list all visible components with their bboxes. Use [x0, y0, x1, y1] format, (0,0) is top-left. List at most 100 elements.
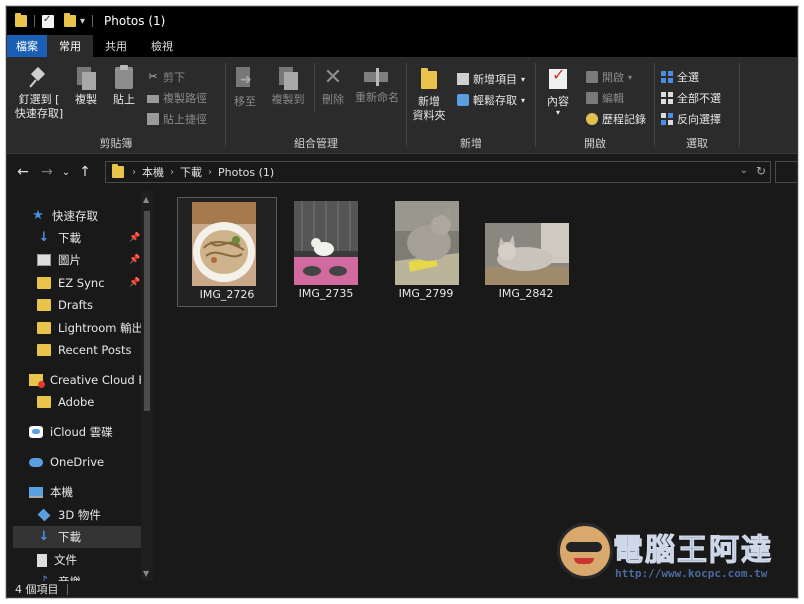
chevron-down-icon: ▾	[555, 108, 560, 117]
history-button[interactable]: 歷程記錄	[586, 111, 646, 127]
file-tile[interactable]: IMG_2799	[377, 197, 475, 305]
sidebar-item-label: OneDrive	[50, 455, 105, 469]
folder-icon	[112, 164, 124, 178]
select-none-label: 全部不選	[677, 92, 721, 105]
move-to-label: 移至	[234, 95, 256, 108]
folder-icon	[37, 344, 51, 356]
paste-button[interactable]: 貼上	[107, 65, 141, 107]
open-button[interactable]: 開啟 ▾	[586, 69, 632, 85]
properties-button[interactable]: 內容 ▾	[542, 67, 574, 117]
organize-group: 移至 複製到 ✕ 刪除 重新命名 組合管理	[226, 57, 406, 153]
new-folder-icon[interactable]	[64, 13, 76, 27]
pin-icon	[29, 67, 49, 89]
path-icon	[147, 95, 159, 103]
pin-quick-access-button[interactable]: 釘選到 [ 快速存取]	[11, 67, 67, 121]
back-arrow-icon[interactable]: ←	[11, 164, 35, 180]
sidebar-item-3d-objects[interactable]: 3D 物件	[37, 504, 101, 526]
document-icon	[37, 553, 47, 567]
download-arrow-icon: ↓	[38, 529, 50, 544]
sidebar-item-documents[interactable]: 文件	[37, 549, 77, 571]
sidebar-item-label: EZ Sync	[58, 276, 105, 290]
easy-access-icon	[457, 94, 469, 106]
refresh-icon[interactable]: ↻	[756, 164, 766, 178]
copy-path-button[interactable]: 複製路徑	[147, 90, 207, 106]
history-label: 歷程記錄	[602, 113, 646, 126]
sidebar-item-label: Adobe	[58, 395, 95, 409]
photo-thumbnail-cat-lying	[485, 223, 569, 285]
file-tile[interactable]: IMG_2735	[277, 197, 375, 305]
up-arrow-icon[interactable]: ↑	[73, 164, 97, 180]
new-folder-icon	[419, 67, 439, 91]
sidebar-item-creative-cloud[interactable]: Creative Cloud Fi	[29, 369, 147, 391]
copy-button[interactable]: 複製	[69, 67, 103, 107]
file-name: IMG_2735	[298, 287, 354, 300]
tab-view[interactable]: 檢視	[139, 35, 185, 57]
new-folder-button[interactable]: 新增 資料夾	[411, 67, 447, 123]
search-input[interactable]	[775, 161, 797, 183]
sidebar-item-music[interactable]: ♪ 音樂	[37, 571, 81, 581]
sidebar-item-recent-posts[interactable]: Recent Posts	[37, 339, 131, 361]
onedrive-cloud-icon	[29, 457, 43, 467]
folder-icon	[37, 322, 51, 334]
sidebar-item-label: 快速存取	[52, 209, 98, 223]
divider	[314, 63, 315, 113]
invert-selection-button[interactable]: 反向選擇	[661, 111, 721, 127]
select-none-button[interactable]: 全部不選	[661, 90, 721, 106]
customize-chevron-icon[interactable]: ▾	[80, 16, 85, 27]
new-item-button[interactable]: 新增項目 ▾	[457, 71, 525, 87]
breadcrumb-this-pc[interactable]: 本機	[142, 164, 164, 180]
forward-arrow-icon[interactable]: →	[35, 164, 59, 180]
rename-button[interactable]: 重新命名	[350, 67, 404, 105]
cut-button[interactable]: ✂ 剪下	[147, 69, 185, 85]
paste-label: 貼上	[113, 93, 135, 106]
scroll-down-icon[interactable]: ▼	[143, 569, 149, 578]
move-to-button[interactable]: 移至	[228, 67, 262, 109]
sidebar-item-icloud[interactable]: iCloud 雲碟	[29, 421, 113, 443]
sidebar-item-this-pc[interactable]: 本機	[29, 481, 73, 503]
address-dropdown-icon[interactable]: ⌄	[740, 165, 748, 176]
pin-icon: 📌	[129, 255, 141, 265]
open-label: 開啟	[602, 71, 624, 84]
copy-icon	[77, 67, 96, 90]
copy-path-label: 複製路徑	[163, 92, 207, 105]
chevron-down-icon: ▾	[521, 74, 526, 84]
sidebar-item-pictures[interactable]: 圖片	[37, 249, 81, 271]
tab-home[interactable]: 常用	[47, 35, 93, 57]
file-tile[interactable]: IMG_2842	[477, 197, 575, 305]
easy-access-button[interactable]: 輕鬆存取 ▾	[457, 92, 525, 108]
tab-share[interactable]: 共用	[93, 35, 139, 57]
tab-file[interactable]: 檔案	[7, 35, 47, 57]
quick-access-toolbar: ▾	[7, 13, 96, 28]
select-all-button[interactable]: 全選	[661, 69, 699, 85]
sidebar-item-downloads[interactable]: ↓ 下載	[37, 227, 81, 249]
file-tile[interactable]: IMG_2726	[177, 197, 277, 307]
sidebar-item-drafts[interactable]: Drafts	[37, 294, 93, 316]
pin-icon: 📌	[129, 278, 141, 288]
delete-button[interactable]: ✕ 刪除	[318, 67, 348, 107]
sidebar-item-adobe[interactable]: Adobe	[37, 391, 94, 413]
new-item-label: 新增項目	[473, 73, 517, 86]
properties-icon[interactable]	[42, 14, 54, 28]
breadcrumb-downloads[interactable]: 下載	[180, 164, 202, 180]
copy-to-button[interactable]: 複製到	[266, 67, 310, 107]
edit-button[interactable]: 編輯	[586, 90, 624, 106]
creative-cloud-folder-icon	[29, 374, 45, 388]
sidebar-scrollbar-thumb[interactable]	[144, 211, 150, 411]
sidebar-item-ez-sync[interactable]: EZ Sync	[37, 272, 105, 294]
select-all-label: 全選	[677, 71, 699, 84]
edit-icon	[586, 92, 598, 104]
sidebar-item-downloads-pc[interactable]: ↓ 下載	[13, 526, 141, 548]
paste-shortcut-button[interactable]: 貼上捷徑	[147, 111, 207, 127]
watermark-url: http://www.kocpc.com.tw	[615, 567, 768, 580]
breadcrumb-photos[interactable]: Photos (1)	[218, 166, 274, 179]
folder-icon	[15, 13, 27, 27]
sidebar-item-quick-access[interactable]: ★ 快速存取	[31, 205, 98, 227]
pictures-icon	[37, 254, 51, 266]
ribbon-tabs: 檔案 常用 共用 檢視	[7, 35, 797, 57]
recent-chevron-icon[interactable]: ⌄	[59, 167, 73, 178]
sidebar-item-lightroom[interactable]: Lightroom 輸出	[37, 317, 143, 339]
new-group-label: 新增	[460, 137, 482, 150]
sidebar-item-onedrive[interactable]: OneDrive	[29, 451, 104, 473]
scroll-up-icon[interactable]: ▲	[143, 195, 149, 204]
address-bar[interactable]: › 本機 › 下載 › Photos (1) ⌄ ↻	[105, 161, 771, 183]
